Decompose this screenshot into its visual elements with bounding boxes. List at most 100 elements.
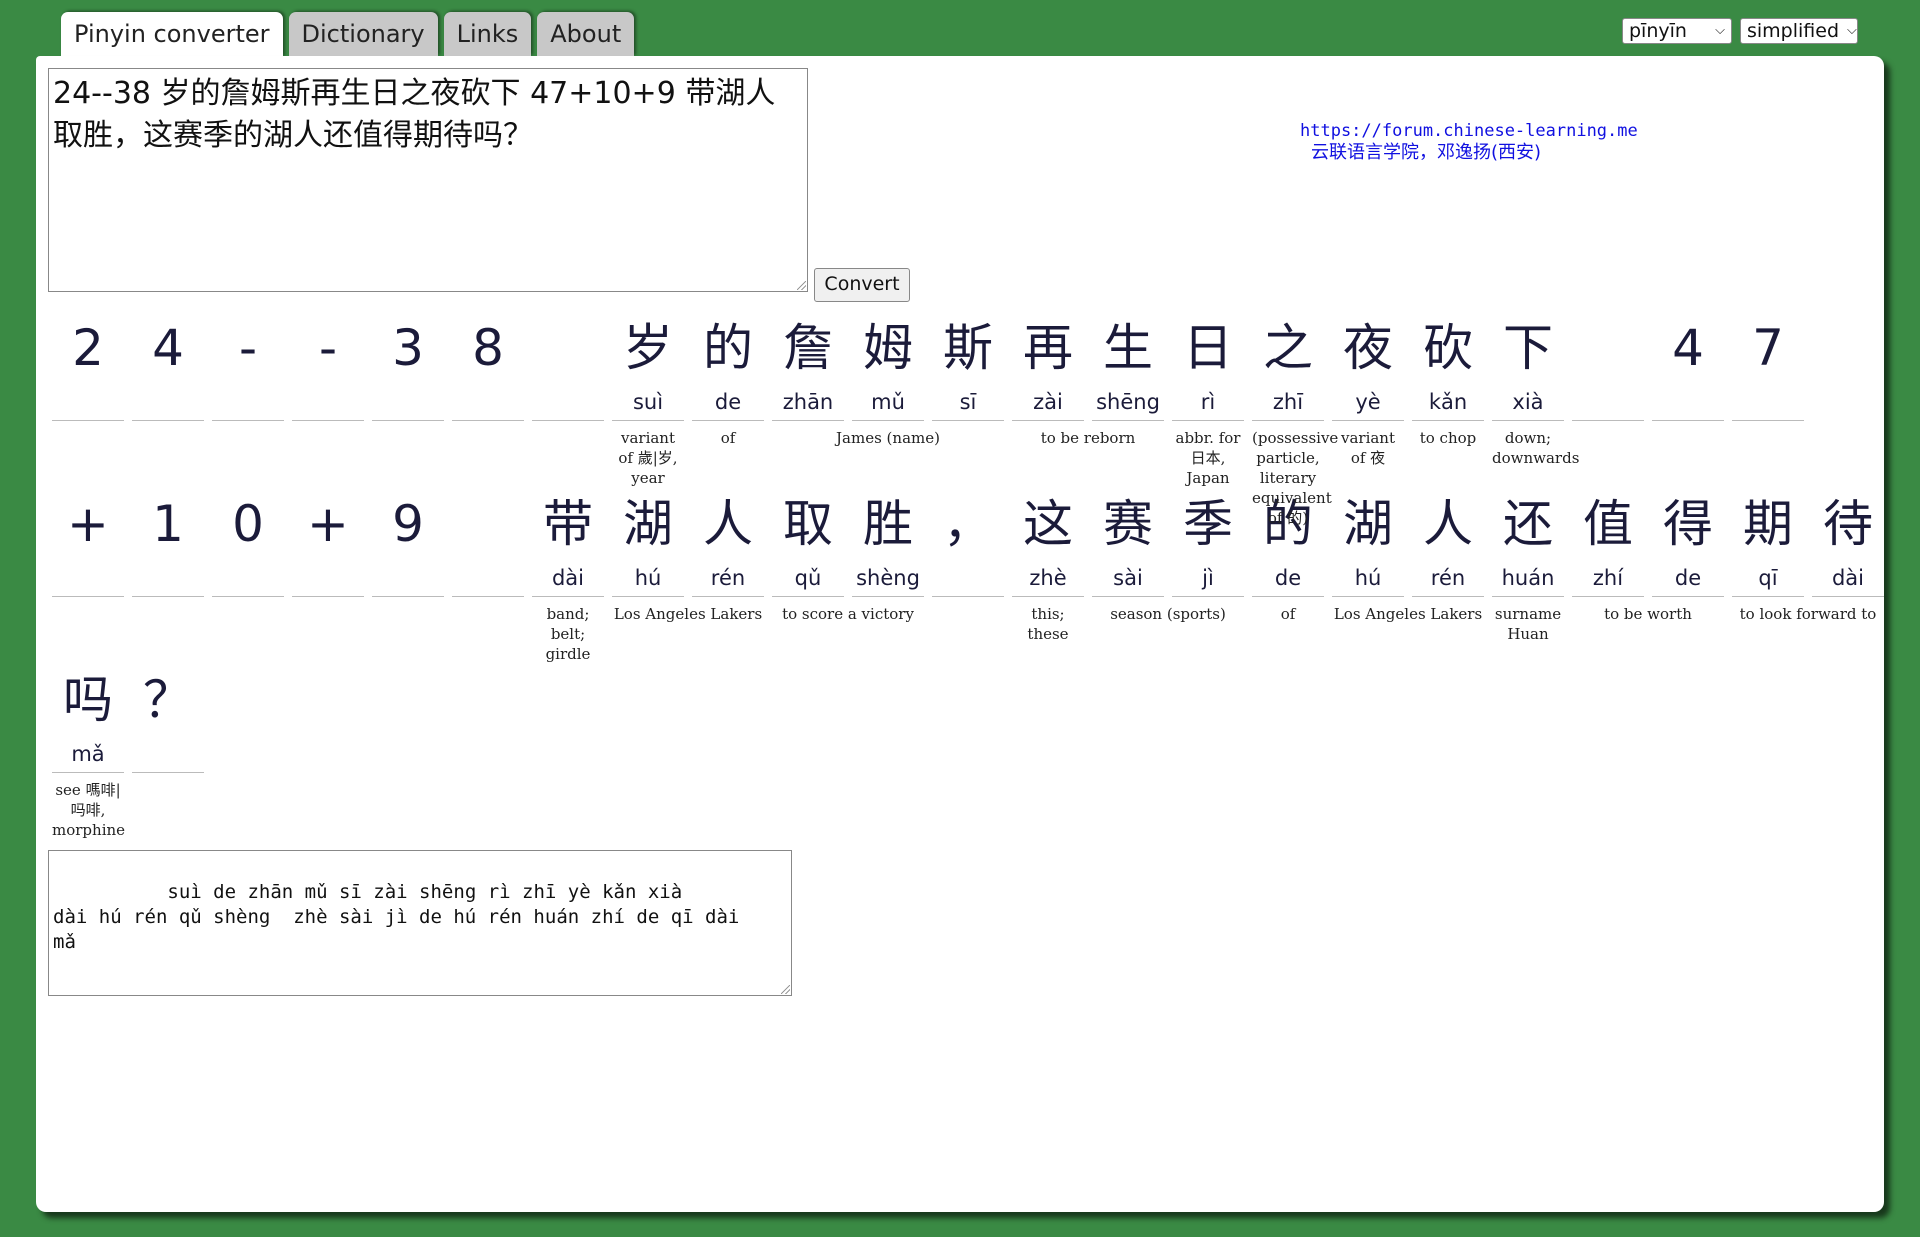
char-cell[interactable] <box>532 312 604 421</box>
pinyin-label <box>1652 384 1724 421</box>
tab-pinyin-converter[interactable]: Pinyin converter <box>61 12 283 57</box>
char-cell[interactable]: 湖 hú <box>1332 488 1404 597</box>
char-cell[interactable]: 季 jì <box>1172 488 1244 597</box>
chevron-down-icon: ⌵ <box>1715 23 1725 38</box>
char-cell[interactable]: 8 <box>452 312 524 421</box>
char-cell[interactable]: 夜 yè <box>1332 312 1404 421</box>
pinyin-label <box>452 384 524 421</box>
char-cell[interactable]: - <box>292 312 364 421</box>
char-cell[interactable]: 人 rén <box>692 488 764 597</box>
gloss-text: band; belt; girdle <box>545 605 591 663</box>
pinyin-label <box>132 560 204 597</box>
char-cell[interactable]: 生 shēng <box>1092 312 1164 421</box>
char-cell[interactable]: 值 zhí <box>1572 488 1644 597</box>
char-cell[interactable]: 期 qī <box>1732 488 1804 597</box>
char-cell[interactable]: 得 de <box>1652 488 1724 597</box>
hanzi-char: 人 <box>703 495 753 553</box>
hanzi-char: 赛 <box>1103 495 1153 553</box>
hanzi-char: 季 <box>1183 495 1233 553</box>
pinyin-label <box>1732 384 1804 421</box>
hanzi-char: 2 <box>72 319 104 377</box>
gloss-text: to be reborn <box>1040 429 1136 447</box>
char-cell[interactable]: 4 <box>1652 312 1724 421</box>
hanzi-char: 之 <box>1263 319 1313 377</box>
char-cell[interactable]: 砍 kǎn <box>1412 312 1484 421</box>
gloss-text: to chop <box>1419 429 1477 447</box>
pinyin-label: qī <box>1732 560 1804 597</box>
char-cell[interactable]: 4 <box>132 312 204 421</box>
pinyin-label <box>372 560 444 597</box>
char-cell[interactable]: 吗 mǎ <box>52 664 124 773</box>
pinyin-label <box>132 736 204 773</box>
char-cell[interactable]: 9 <box>372 488 444 597</box>
convert-button[interactable]: Convert <box>814 268 910 302</box>
char-cell[interactable]: 之 zhī <box>1252 312 1324 421</box>
gloss-text: see 嗎啡|吗啡, morphine <box>52 781 126 839</box>
pinyin-label: mǔ <box>852 384 924 421</box>
char-cell[interactable]: 赛 sài <box>1092 488 1164 597</box>
script-select[interactable]: simplified ⌵ <box>1740 18 1858 44</box>
gloss-text: down; downwards <box>1492 429 1580 467</box>
char-cell[interactable]: 还 huán <box>1492 488 1564 597</box>
tab-dictionary[interactable]: Dictionary <box>288 12 438 56</box>
char-cell[interactable]: 待 dài <box>1812 488 1884 597</box>
hanzi-char: ？ <box>143 671 193 729</box>
char-cell[interactable]: ， <box>932 488 1004 597</box>
char-cell[interactable]: - <box>212 312 284 421</box>
char-cell[interactable]: 人 rén <box>1412 488 1484 597</box>
chinese-input-textarea[interactable]: 24--38 岁的詹姆斯再生日之夜砍下 47+10+9 带湖人取胜，这赛季的湖人… <box>48 68 808 292</box>
pinyin-label: hú <box>612 560 684 597</box>
char-cell[interactable]: 詹 zhān <box>772 312 844 421</box>
resize-handle-icon[interactable] <box>781 985 790 994</box>
char-cell[interactable]: 姆 mǔ <box>852 312 924 421</box>
char-cell[interactable]: + <box>292 488 364 597</box>
char-cell[interactable]: 斯 sī <box>932 312 1004 421</box>
gloss-text: variant of 夜 <box>1340 429 1396 467</box>
char-cell[interactable]: 0 <box>212 488 284 597</box>
forum-link[interactable]: https://forum.chinese-learning.me <box>1300 120 1638 142</box>
hanzi-char: 吗 <box>63 671 113 729</box>
char-cell[interactable]: 7 <box>1732 312 1804 421</box>
hanzi-char: 夜 <box>1343 319 1393 377</box>
char-cell[interactable]: 这 zhè <box>1012 488 1084 597</box>
pinyin-label: jì <box>1172 560 1244 597</box>
pinyin-label <box>452 560 524 597</box>
resize-handle-icon[interactable] <box>797 281 806 290</box>
char-cell[interactable]: ？ <box>132 664 204 773</box>
tab-about[interactable]: About <box>537 12 635 56</box>
pinyin-label: rì <box>1172 384 1244 421</box>
char-cell[interactable]: 取 qǔ <box>772 488 844 597</box>
pinyin-output-textarea[interactable]: suì de zhān mǔ sī zài shēng rì zhī yè kǎ… <box>48 850 792 996</box>
char-cell[interactable]: 湖 hú <box>612 488 684 597</box>
gloss-text: this; these <box>1027 605 1069 643</box>
char-cell[interactable]: 胜 shèng <box>852 488 924 597</box>
hanzi-char: 9 <box>392 495 424 553</box>
char-cell[interactable]: 1 <box>132 488 204 597</box>
hanzi-char: + <box>307 495 349 553</box>
char-cell[interactable]: 带 dài <box>532 488 604 597</box>
char-cell[interactable]: + <box>52 488 124 597</box>
hanzi-char: 7 <box>1752 319 1784 377</box>
pinyin-mode-select[interactable]: pīnyīn ⌵ <box>1622 18 1732 44</box>
hanzi-char: 这 <box>1023 495 1073 553</box>
char-cell[interactable]: 的 de <box>692 312 764 421</box>
gloss-text: to score a victory <box>782 605 914 623</box>
char-cell[interactable]: 2 <box>52 312 124 421</box>
pinyin-label <box>292 560 364 597</box>
char-cell[interactable] <box>1572 312 1644 421</box>
hanzi-char: 期 <box>1743 495 1793 553</box>
pinyin-label: de <box>1252 560 1324 597</box>
char-cell[interactable] <box>452 488 524 597</box>
gloss-text: surname Huan <box>1494 605 1562 643</box>
char-cell[interactable]: 岁 suì <box>612 312 684 421</box>
pinyin-mode-value: pīnyīn <box>1629 20 1687 42</box>
char-cell[interactable]: 3 <box>372 312 444 421</box>
char-cell[interactable]: 下 xià <box>1492 312 1564 421</box>
char-cell[interactable]: 再 zài <box>1012 312 1084 421</box>
gloss-text: of <box>1280 605 1296 623</box>
char-cell[interactable]: 日 rì <box>1172 312 1244 421</box>
pinyin-label: de <box>1652 560 1724 597</box>
converter-panel: 24--38 岁的詹姆斯再生日之夜砍下 47+10+9 带湖人取胜，这赛季的湖人… <box>36 56 1884 1212</box>
tab-links[interactable]: Links <box>443 12 532 56</box>
hanzi-char: ， <box>943 495 993 553</box>
